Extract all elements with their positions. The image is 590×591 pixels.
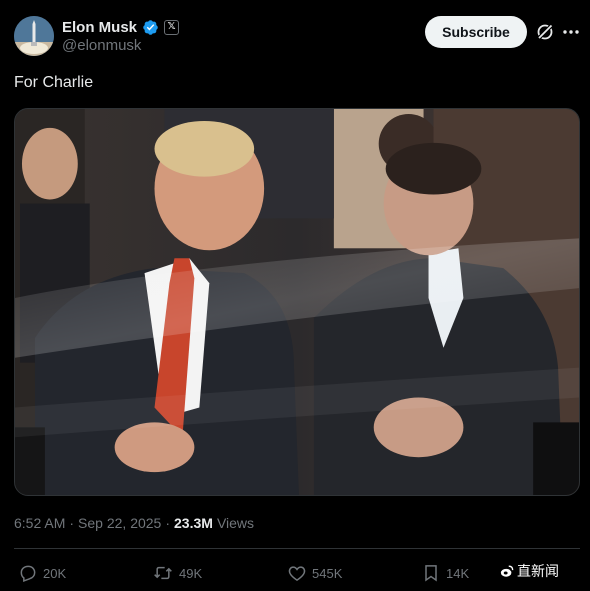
x-affiliate-badge-icon[interactable]: 𝕏	[164, 19, 180, 35]
reply-button[interactable]: 20K	[18, 563, 66, 583]
meta-separator: ·	[69, 515, 75, 531]
reply-count: 20K	[43, 565, 67, 581]
views-count: 23.3M	[174, 515, 213, 531]
photo-two-men-in-stands	[15, 109, 579, 495]
repost-icon	[154, 566, 172, 580]
post-time[interactable]: 6:52 AM	[14, 515, 65, 531]
rocket-launch-avatar-icon	[14, 16, 54, 56]
post-metadata: 6:52 AM · Sep 22, 2025 · 23.3M Views	[14, 515, 254, 531]
heart-icon	[288, 566, 306, 581]
watermark-text: 直新闻	[517, 564, 559, 580]
bookmark-count: 14K	[446, 565, 470, 581]
like-count: 545K	[312, 565, 343, 581]
grok-icon[interactable]	[535, 22, 555, 42]
bookmark-button[interactable]: 14K	[421, 563, 469, 583]
divider	[14, 548, 580, 549]
author-avatar[interactable]	[14, 16, 54, 56]
post-text: For Charlie	[14, 74, 94, 91]
views-label: Views	[216, 515, 255, 531]
author-name-row: Elon Musk 𝕏	[62, 17, 180, 37]
post-date[interactable]: Sep 22, 2025	[78, 515, 161, 531]
repost-button[interactable]: 49K	[152, 563, 202, 583]
post-media-photo[interactable]	[14, 108, 580, 496]
meta-separator-2: ·	[165, 515, 171, 531]
weibo-logo-icon	[500, 565, 514, 577]
repost-count: 49K	[179, 565, 203, 581]
more-options-icon[interactable]	[561, 22, 581, 42]
watermark: 直新闻	[500, 561, 559, 581]
author-handle[interactable]: @elonmusk	[62, 37, 141, 54]
like-button[interactable]: 545K	[287, 563, 342, 583]
reply-icon	[20, 565, 36, 582]
verified-badge-icon[interactable]	[142, 19, 159, 36]
bookmark-icon	[425, 565, 437, 582]
subscribe-button[interactable]: Subscribe	[425, 16, 527, 48]
author-display-name[interactable]: Elon Musk	[62, 19, 137, 36]
tweet-post: Elon Musk 𝕏 @elonmusk Subscribe For Char…	[0, 0, 590, 591]
